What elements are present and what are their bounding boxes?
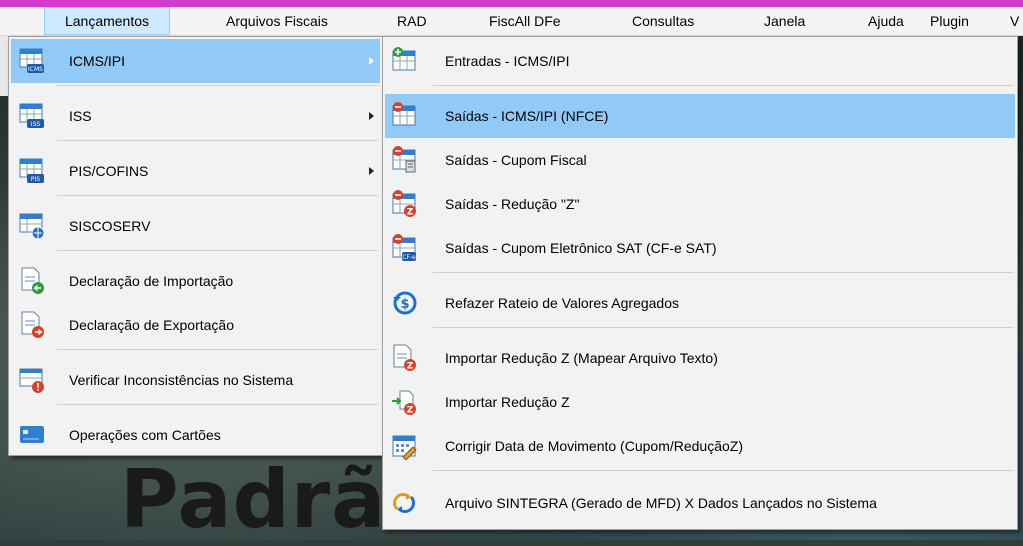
menu-item-verificar-inconsistencias[interactable]: Verificar Inconsistências no Sistema (11, 358, 380, 402)
doc-z-icon: Z (391, 344, 417, 372)
sync-icon (391, 489, 417, 517)
menu-separator (57, 85, 378, 86)
submenu-item-saidas-cupom-fiscal[interactable]: Saídas - Cupom Fiscal (385, 138, 1015, 182)
table-pis-icon: PIS (19, 157, 45, 185)
exit-z-icon: Z (391, 190, 417, 218)
submenu-item-corrigir-data[interactable]: Corrigir Data de Movimento (Cupom/Reduçã… (385, 424, 1015, 468)
menu-bar: Lançamentos Arquivos Fiscais RAD FiscAll… (0, 7, 1023, 36)
menu-separator (57, 140, 378, 141)
menu-janela[interactable]: Janela (756, 7, 813, 35)
exit-table-icon (391, 102, 417, 130)
svg-text:ISS: ISS (31, 121, 41, 128)
table-warning-icon (19, 366, 45, 394)
svg-text:CF-e: CF-e (402, 254, 416, 261)
menu-item-declaracao-exportacao[interactable]: Declaração de Exportação (11, 303, 380, 347)
menu-item-label: Declaração de Importação (69, 273, 234, 289)
window-accent-bar (0, 0, 1023, 7)
refresh-dollar-icon: $ (391, 289, 417, 317)
menu-item-label: Saídas - Cupom Fiscal (445, 152, 587, 168)
menu-item-icms-ipi[interactable]: ICMS ICMS/IPI (11, 39, 380, 83)
menu-item-label: Saídas - Redução "Z" (445, 196, 580, 212)
menu-fiscall-dfe[interactable]: FiscAll DFe (481, 7, 569, 35)
menu-item-label: Declaração de Exportação (69, 317, 234, 333)
menu-v[interactable]: V (1002, 7, 1023, 35)
menu-item-label: Saídas - Cupom Eletrônico SAT (CF-e SAT) (445, 240, 717, 256)
svg-text:$: $ (400, 297, 409, 312)
doc-export-icon (19, 311, 45, 339)
menu-rad[interactable]: RAD (389, 7, 435, 35)
menu-item-label: Importar Redução Z (Mapear Arquivo Texto… (445, 350, 718, 366)
submenu-item-refazer-rateio[interactable]: $ Refazer Rateio de Valores Agregados (385, 281, 1015, 325)
table-globe-icon (19, 212, 45, 240)
menu-item-label: Arquivo SINTEGRA (Gerado de MFD) X Dados… (445, 495, 877, 511)
menu-separator (433, 272, 1013, 273)
icms-ipi-submenu: Entradas - ICMS/IPI Saídas - ICMS/IPI (N… (382, 36, 1018, 530)
table-iss-icon: ISS (19, 102, 45, 130)
menu-item-pis-cofins[interactable]: PIS PIS/COFINS (11, 149, 380, 193)
svg-text:ICMS: ICMS (28, 66, 43, 73)
submenu-item-importar-reducao-z-texto[interactable]: Z Importar Redução Z (Mapear Arquivo Tex… (385, 336, 1015, 380)
menu-plugin[interactable]: Plugin (922, 7, 977, 35)
menu-separator (433, 85, 1013, 86)
table-icms-icon: ICMS (19, 47, 45, 75)
svg-text:PIS: PIS (31, 176, 40, 183)
import-z-icon: Z (391, 388, 417, 416)
doc-import-icon (19, 267, 45, 295)
submenu-item-importar-reducao-z[interactable]: Z Importar Redução Z (385, 380, 1015, 424)
menu-item-label: ISS (69, 108, 92, 124)
menu-separator (433, 327, 1013, 328)
menu-separator (57, 349, 378, 350)
menu-item-label: ICMS/IPI (69, 53, 126, 69)
svg-text:Z: Z (407, 208, 414, 218)
menu-item-label: Refazer Rateio de Valores Agregados (445, 295, 679, 311)
menu-item-label: PIS/COFINS (69, 163, 149, 179)
menu-item-siscoserv[interactable]: SISCOSERV (11, 204, 380, 248)
calendar-edit-icon (391, 432, 417, 460)
menu-item-label: SISCOSERV (69, 218, 151, 234)
svg-text:Z: Z (407, 362, 414, 372)
menu-separator (433, 470, 1013, 471)
submenu-item-saidas-sat[interactable]: CF-e Saídas - Cupom Eletrônico SAT (CF-e… (385, 226, 1015, 270)
menu-arquivos-fiscais[interactable]: Arquivos Fiscais (218, 7, 336, 35)
submenu-arrow-icon (369, 112, 374, 120)
menu-item-declaracao-importacao[interactable]: Declaração de Importação (11, 259, 380, 303)
menu-item-label: Operações com Cartões (69, 427, 221, 443)
menu-ajuda[interactable]: Ajuda (860, 7, 912, 35)
menu-item-label: Entradas - ICMS/IPI (445, 53, 570, 69)
card-icon (19, 421, 45, 449)
menu-consultas[interactable]: Consultas (624, 7, 702, 35)
menu-lancamentos[interactable]: Lançamentos (44, 7, 170, 35)
submenu-item-entradas[interactable]: Entradas - ICMS/IPI (385, 39, 1015, 83)
submenu-item-arquivo-sintegra[interactable]: Arquivo SINTEGRA (Gerado de MFD) X Dados… (385, 481, 1015, 525)
menu-item-label: Corrigir Data de Movimento (Cupom/Reduçã… (445, 438, 743, 454)
exit-sat-icon: CF-e (391, 234, 417, 262)
exit-coupon-icon (391, 146, 417, 174)
lancamentos-dropdown: ICMS ICMS/IPI ISS ISS PIS PIS/COFINS SIS… (8, 36, 383, 456)
submenu-item-saidas-reducao-z[interactable]: Z Saídas - Redução "Z" (385, 182, 1015, 226)
menu-item-label: Verificar Inconsistências no Sistema (69, 372, 294, 388)
submenu-item-saidas-nfce[interactable]: Saídas - ICMS/IPI (NFCE) (385, 94, 1015, 138)
submenu-arrow-icon (369, 57, 374, 65)
entry-table-icon (391, 47, 417, 75)
menu-item-label: Saídas - ICMS/IPI (NFCE) (445, 108, 609, 124)
submenu-arrow-icon (369, 167, 374, 175)
menu-separator (57, 404, 378, 405)
menu-separator (57, 250, 378, 251)
menu-separator (57, 195, 378, 196)
svg-text:Z: Z (407, 406, 414, 416)
menu-item-iss[interactable]: ISS ISS (11, 94, 380, 138)
menu-item-label: Importar Redução Z (445, 394, 570, 410)
menu-item-operacoes-cartoes[interactable]: Operações com Cartões (11, 413, 380, 457)
